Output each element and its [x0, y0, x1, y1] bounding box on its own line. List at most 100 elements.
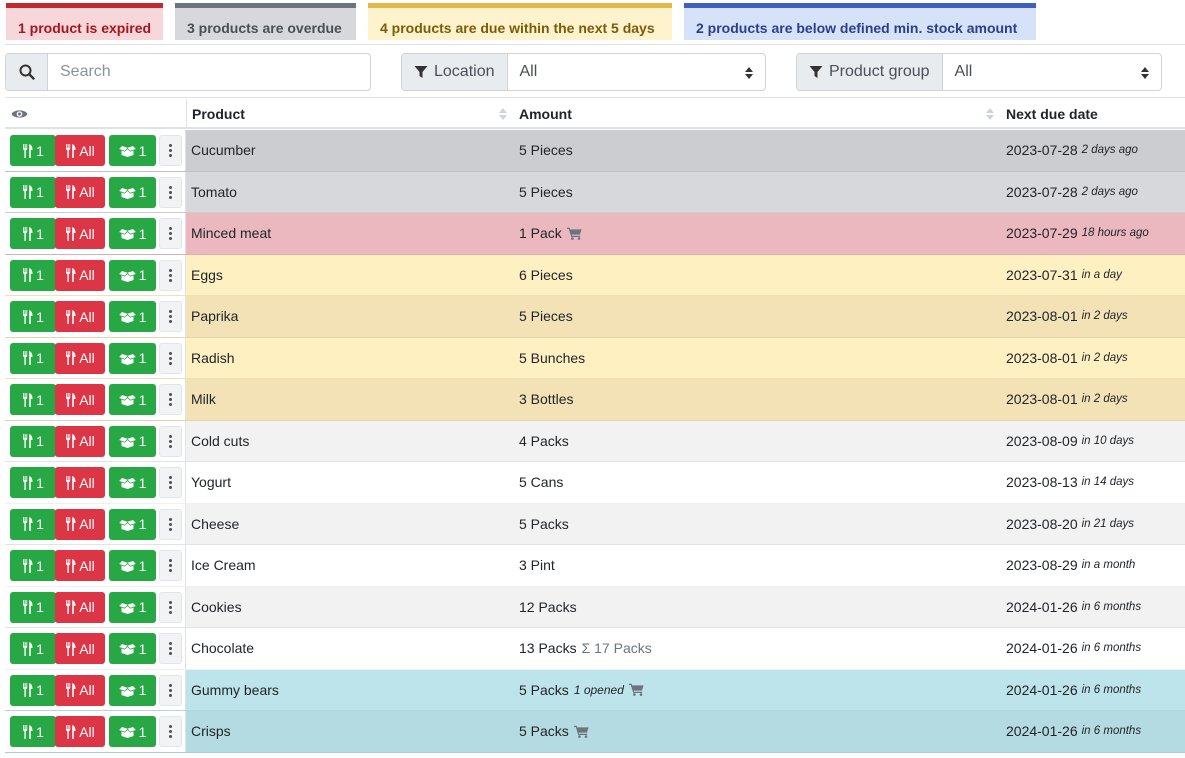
product-name[interactable]: Milk [191, 379, 216, 420]
more-actions-button[interactable] [159, 550, 182, 581]
consume-all-button[interactable]: All [55, 674, 105, 706]
open-one-button[interactable]: 1 [109, 135, 156, 166]
consume-one-button[interactable]: 1 [10, 176, 56, 208]
open-one-button[interactable]: 1 [109, 176, 156, 208]
utensils-icon [23, 475, 33, 490]
consume-one-button[interactable]: 1 [10, 135, 56, 166]
consume-all-button[interactable]: All [55, 425, 105, 457]
product-name[interactable]: Cheese [191, 504, 239, 545]
open-one-button[interactable]: 1 [109, 674, 156, 706]
open-one-button[interactable]: 1 [109, 591, 156, 623]
open-one-button[interactable]: 1 [109, 633, 156, 664]
consume-one-button[interactable]: 1 [10, 301, 56, 332]
consume-one-button[interactable]: 1 [10, 218, 56, 249]
due-date-cell: 2024-01-26 in 6 months [1006, 628, 1141, 669]
more-actions-button[interactable] [159, 301, 182, 332]
open-one-button[interactable]: 1 [109, 259, 156, 291]
product-group-label: Product group [829, 63, 930, 80]
product-group-select[interactable]: All [943, 54, 1161, 90]
consume-all-button[interactable]: All [55, 591, 105, 623]
search-input[interactable]: Search [48, 54, 370, 90]
product-name[interactable]: Minced meat [191, 213, 271, 254]
more-actions-button[interactable] [159, 633, 182, 664]
consume-one-button[interactable]: 1 [10, 425, 56, 457]
box-open-icon [118, 395, 136, 406]
eye-icon[interactable] [11, 108, 28, 120]
next-due-date-column-header[interactable]: Next due date [1000, 99, 1185, 127]
open-one-button[interactable]: 1 [109, 301, 156, 332]
more-actions-button[interactable] [159, 591, 182, 623]
cart-icon[interactable] [573, 725, 589, 738]
open-one-button[interactable]: 1 [109, 218, 156, 249]
below-min-stock-badge[interactable]: 2 products are below defined min. stock … [684, 3, 1036, 40]
overdue-badge[interactable]: 3 products are overdue [175, 3, 356, 40]
product-name[interactable]: Yogurt [191, 462, 231, 503]
more-actions-button[interactable] [159, 716, 182, 747]
more-actions-button[interactable] [159, 218, 182, 249]
cart-icon[interactable] [628, 683, 644, 697]
product-name[interactable]: Ice Cream [191, 545, 256, 586]
consume-all-button[interactable]: All [55, 176, 105, 208]
open-one-button[interactable]: 1 [109, 508, 156, 540]
cart-icon[interactable] [566, 227, 582, 240]
open-one-button[interactable]: 1 [109, 342, 156, 374]
more-actions-button[interactable] [159, 259, 182, 291]
open-one-button[interactable]: 1 [109, 425, 156, 457]
consume-all-button[interactable]: All [55, 259, 105, 291]
more-actions-button[interactable] [159, 384, 182, 415]
consume-one-button[interactable]: 1 [10, 259, 56, 291]
consume-one-button[interactable]: 1 [10, 674, 56, 706]
product-name[interactable]: Paprika [191, 296, 238, 337]
column-visibility-header[interactable] [9, 99, 186, 127]
product-name[interactable]: Cookies [191, 587, 242, 628]
consume-one-label: 1 [36, 474, 44, 491]
consume-all-button[interactable]: All [55, 550, 105, 581]
open-one-button[interactable]: 1 [109, 716, 156, 747]
consume-all-button[interactable]: All [55, 218, 105, 249]
more-actions-button[interactable] [159, 508, 182, 540]
amount-column-header[interactable]: Amount [513, 99, 1000, 127]
more-actions-button[interactable] [159, 467, 182, 498]
utensils-icon [66, 724, 76, 739]
product-name[interactable]: Gummy bears [191, 670, 279, 711]
consume-one-button[interactable]: 1 [10, 633, 56, 664]
consume-all-button[interactable]: All [55, 301, 105, 332]
product-group-filter: Product group All [796, 53, 1162, 91]
consume-one-button[interactable]: 1 [10, 591, 56, 623]
amount-value: 12 Packs [519, 598, 577, 615]
consume-all-button[interactable]: All [55, 508, 105, 540]
product-name[interactable]: Chocolate [191, 628, 254, 669]
more-actions-button[interactable] [159, 674, 182, 706]
consume-one-button[interactable]: 1 [10, 467, 56, 498]
more-actions-button[interactable] [159, 176, 182, 208]
product-name[interactable]: Eggs [191, 255, 223, 296]
consume-all-button[interactable]: All [55, 384, 105, 415]
product-name[interactable]: Cucumber [191, 130, 256, 171]
more-actions-button[interactable] [159, 342, 182, 374]
consume-all-button[interactable]: All [55, 633, 105, 664]
consume-all-button[interactable]: All [55, 135, 105, 166]
product-name[interactable]: Radish [191, 338, 235, 379]
more-actions-button[interactable] [159, 135, 182, 166]
product-column-header[interactable]: Product [186, 99, 513, 127]
consume-all-button[interactable]: All [55, 716, 105, 747]
consume-one-button[interactable]: 1 [10, 342, 56, 374]
consume-all-button[interactable]: All [55, 467, 105, 498]
consume-one-button[interactable]: 1 [10, 716, 56, 747]
product-name[interactable]: Tomato [191, 172, 237, 213]
more-actions-button[interactable] [159, 425, 182, 457]
open-one-button[interactable]: 1 [109, 550, 156, 581]
expired-badge[interactable]: 1 product is expired [6, 3, 163, 40]
consume-one-button[interactable]: 1 [10, 550, 56, 581]
table-row: 1 All 1 Yogurt 5 Cans 2023-08-13 in 14 days [5, 462, 1185, 504]
location-select[interactable]: All [508, 54, 766, 90]
open-one-button[interactable]: 1 [109, 384, 156, 415]
product-name[interactable]: Crisps [191, 711, 231, 752]
open-one-button[interactable]: 1 [109, 467, 156, 498]
consume-all-button[interactable]: All [55, 342, 105, 374]
search-group: Search [5, 53, 371, 91]
consume-one-button[interactable]: 1 [10, 508, 56, 540]
consume-one-button[interactable]: 1 [10, 384, 56, 415]
product-name[interactable]: Cold cuts [191, 421, 249, 462]
due-soon-badge[interactable]: 4 products are due within the next 5 day… [368, 3, 672, 40]
